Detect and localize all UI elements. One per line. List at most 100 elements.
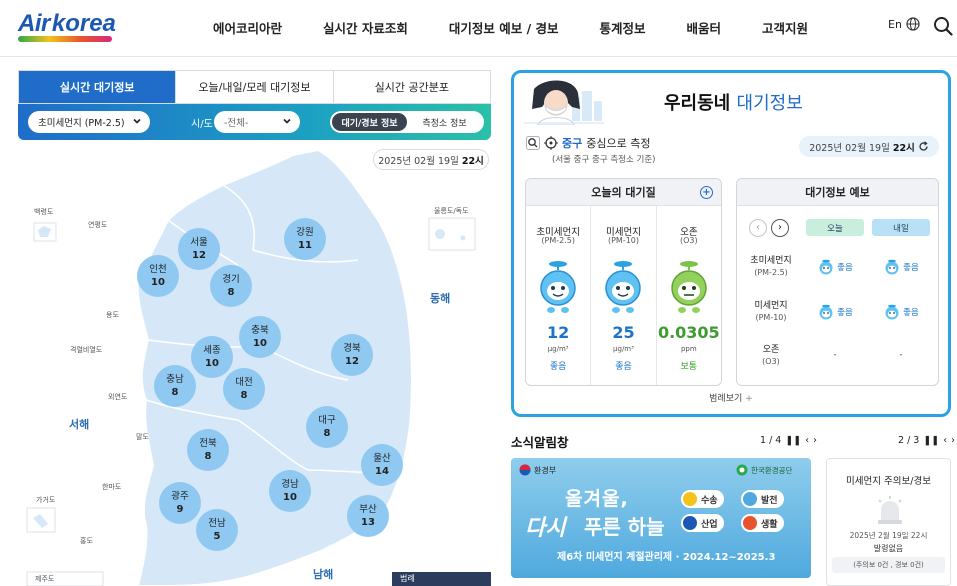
region-value: 10 bbox=[253, 338, 267, 349]
region-bubble-jeonnam[interactable]: 전남 5 bbox=[196, 509, 238, 551]
region-bubble-jeonbuk[interactable]: 전북 8 bbox=[187, 429, 229, 471]
region-bubble-gyeonggi[interactable]: 경기 8 bbox=[210, 265, 252, 307]
alert-status: 발령없음 bbox=[873, 544, 904, 553]
sea-label-west: 서해 bbox=[69, 418, 90, 431]
nav-item-about[interactable]: 에어코리아란 bbox=[213, 18, 282, 37]
pollutant-select[interactable]: 초미세먼지 (PM-2.5) bbox=[28, 111, 150, 133]
legend-link[interactable]: 범례보기 + bbox=[514, 391, 948, 404]
region-name: 충북 bbox=[251, 325, 269, 336]
nav-item-realtime[interactable]: 실시간 자료조회 bbox=[323, 18, 408, 37]
info-type-toggle: 대기/경보 정보 측정소 정보 bbox=[330, 111, 484, 133]
search-icon[interactable] bbox=[526, 136, 540, 150]
factory-icon bbox=[743, 492, 757, 506]
island-label: 백령도 bbox=[34, 208, 54, 216]
forecast-grade: 좋음 bbox=[903, 308, 919, 318]
banner-headline-2b: 푸른 하늘 bbox=[584, 515, 665, 539]
region-bubble-gyeongnam[interactable]: 경남 10 bbox=[269, 470, 311, 512]
logo-swoosh bbox=[18, 36, 112, 42]
site-header: Air korea 에어코리아란 실시간 자료조회 대기정보 예보 / 경보 통계… bbox=[0, 0, 957, 57]
alert-title: 미세먼지 주의보/경보 bbox=[846, 476, 931, 487]
chip-label: 산업 bbox=[701, 519, 718, 530]
good-face-icon bbox=[885, 304, 899, 320]
normal-face-icon bbox=[671, 261, 707, 313]
region-bubble-gwangju[interactable]: 광주 9 bbox=[159, 482, 201, 524]
region-bubble-ulsan[interactable]: 울산 14 bbox=[361, 444, 403, 486]
map-legend-button[interactable]: 범례 bbox=[392, 572, 491, 586]
region-bubble-gyeongbuk[interactable]: 경북 12 bbox=[331, 334, 373, 376]
nav-item-support[interactable]: 고객지원 bbox=[762, 18, 808, 37]
news-banner[interactable]: 환경부 한국환경공단 올겨울, 다시 푸른 하늘 수송 발전 산업 생활 제6차… bbox=[511, 458, 811, 578]
region-bubble-gangwon[interactable]: 강원 11 bbox=[284, 218, 326, 260]
korea-map-shape bbox=[26, 148, 476, 586]
item-unit: μg/m³ bbox=[613, 345, 634, 353]
region-bubble-seoul[interactable]: 서울 12 bbox=[178, 228, 220, 270]
map-date: 2025년 02월 19일 bbox=[378, 155, 459, 167]
item-grade: 보통 bbox=[680, 362, 698, 372]
nav-item-forecast[interactable]: 대기정보 예보 / 경보 bbox=[449, 18, 559, 37]
ministry-name: 환경부 bbox=[534, 465, 557, 475]
neighborhood-hour: 22시 bbox=[892, 142, 915, 154]
tab-forecast-3day[interactable]: 오늘/내일/모레 대기정보 bbox=[175, 71, 333, 103]
forecast-grade: 좋음 bbox=[837, 308, 853, 318]
forecast-grade: 좋음 bbox=[837, 263, 853, 273]
chevron-left-icon[interactable]: ‹ bbox=[749, 219, 767, 237]
region-name: 전북 bbox=[199, 438, 217, 449]
region-bubble-daejeon[interactable]: 대전 8 bbox=[223, 368, 265, 410]
keco-name: 한국환경공단 bbox=[751, 465, 793, 475]
crosshair-icon[interactable] bbox=[544, 136, 558, 150]
chevron-right-icon[interactable]: › bbox=[813, 435, 817, 446]
region-name: 경북 bbox=[343, 343, 361, 354]
island-label: 외연도 bbox=[108, 393, 128, 401]
nav-item-statistics[interactable]: 통계정보 bbox=[600, 18, 646, 37]
neighborhood-title-main: 우리동네 bbox=[664, 93, 731, 114]
chevron-left-icon[interactable]: ‹ bbox=[943, 435, 947, 446]
pause-icon[interactable]: ❚❚ bbox=[785, 435, 801, 446]
nav-item-learning[interactable]: 배움터 bbox=[687, 18, 722, 37]
region-value: 8 bbox=[323, 428, 331, 439]
region-bubble-daegu[interactable]: 대구 8 bbox=[306, 406, 348, 448]
korea-map: 서울 12 강원 11 인천 10 경기 8 충북 10 세종 10 경북 12 충남 8 대전… bbox=[18, 140, 491, 586]
island-label: 격렬비열도 bbox=[70, 346, 103, 354]
island-label: 연평도 bbox=[88, 221, 108, 229]
row-name: 미세먼지 bbox=[754, 301, 788, 311]
region-value: 12 bbox=[345, 356, 359, 367]
plus-icon[interactable]: + bbox=[700, 186, 713, 199]
airkorea-logo[interactable]: Air korea bbox=[18, 10, 116, 42]
refresh-icon[interactable] bbox=[918, 141, 929, 152]
row-name: 초미세먼지 bbox=[750, 256, 792, 266]
chevron-left-icon[interactable]: ‹ bbox=[805, 435, 809, 446]
alert-date: 2025년 2월 19일 22시 bbox=[849, 531, 928, 540]
sea-label-south: 남해 bbox=[313, 568, 334, 581]
row-sub: (O3) bbox=[762, 357, 780, 366]
region-bubble-chungnam[interactable]: 충남 8 bbox=[154, 365, 196, 407]
forecast-cell: - bbox=[806, 350, 864, 360]
region-bubble-busan[interactable]: 부산 13 bbox=[347, 495, 389, 537]
region-name: 경남 bbox=[281, 479, 299, 490]
tab-realtime-air[interactable]: 실시간 대기정보 bbox=[19, 71, 176, 103]
region-name: 세종 bbox=[203, 345, 221, 356]
language-switch[interactable]: En bbox=[888, 17, 920, 31]
chevron-right-icon[interactable]: › bbox=[771, 219, 789, 237]
good-face-icon bbox=[540, 261, 576, 313]
region-bubble-incheon[interactable]: 인천 10 bbox=[137, 255, 179, 297]
pause-icon[interactable]: ❚❚ bbox=[923, 435, 939, 446]
search-icon[interactable] bbox=[933, 16, 953, 36]
sido-select[interactable]: -전체- bbox=[214, 111, 300, 133]
legend-link-label: 범례보기 bbox=[709, 394, 743, 404]
keco-icon bbox=[736, 464, 748, 476]
map-datetime: 2025년 02월 19일 22시 bbox=[373, 149, 489, 170]
dust-alert-card[interactable]: 미세먼지 주의보/경보 2025년 2월 19일 22시 발령없음 (주의보 0… bbox=[826, 458, 951, 586]
location-gu[interactable]: 중구 bbox=[562, 135, 582, 151]
toggle-alert-info[interactable]: 대기/경보 정보 bbox=[332, 113, 407, 131]
region-value: 8 bbox=[204, 451, 212, 462]
region-name: 인천 bbox=[149, 264, 167, 275]
region-name: 경기 bbox=[222, 274, 240, 285]
region-value: 8 bbox=[171, 387, 179, 398]
tab-spatial-distribution[interactable]: 실시간 공간분포 bbox=[332, 71, 490, 103]
neighborhood-title-highlight: 대기정보 bbox=[736, 93, 803, 114]
forecast-row-label: 초미세먼지 (PM-2.5) bbox=[745, 256, 797, 279]
chevron-right-icon[interactable]: › bbox=[951, 435, 955, 446]
region-bubble-chungbuk[interactable]: 충북 10 bbox=[239, 316, 281, 358]
region-bubble-sejong[interactable]: 세종 10 bbox=[191, 336, 233, 378]
toggle-station-info[interactable]: 측정소 정보 bbox=[407, 113, 482, 131]
